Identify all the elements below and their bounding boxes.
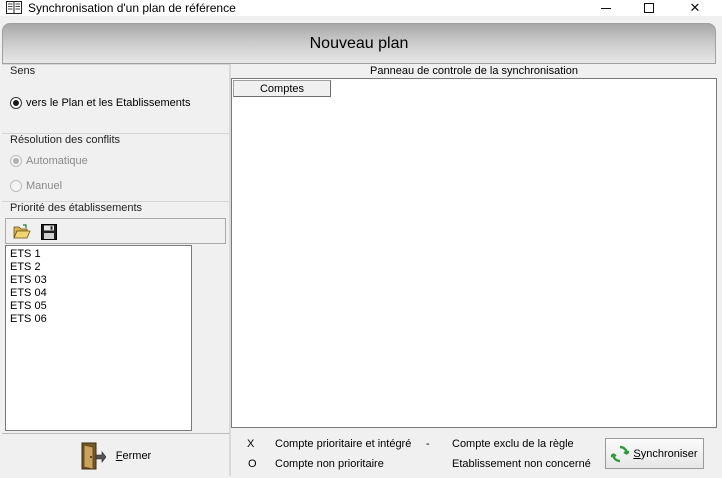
priorite-group: Priorité des établissements bbox=[2, 201, 229, 217]
close-icon: ✕ bbox=[689, 0, 701, 15]
legend: X Compte prioritaire et intégré - Compte… bbox=[231, 430, 717, 476]
sens-group-title: Sens bbox=[10, 65, 40, 77]
list-item[interactable]: ETS 03 bbox=[10, 274, 187, 287]
synchronisation-grid[interactable]: Comptes bbox=[231, 78, 717, 428]
maximize-icon bbox=[644, 3, 654, 13]
right-panel: Panneau de controle de la synchronisatio… bbox=[231, 64, 717, 476]
open-folder-icon bbox=[13, 223, 31, 238]
header-banner: Nouveau plan bbox=[2, 23, 716, 64]
minimize-icon bbox=[601, 7, 611, 9]
etablissements-list[interactable]: ETS 1 ETS 2 ETS 03 ETS 04 ETS 05 ETS 06 bbox=[5, 245, 192, 431]
floppy-disk-icon bbox=[41, 223, 57, 240]
list-item[interactable]: ETS 06 bbox=[10, 313, 187, 326]
legend-o-symbol: O bbox=[248, 458, 257, 470]
maximize-button[interactable] bbox=[626, 0, 672, 16]
title-bar: Synchronisation d'un plan de référence ✕ bbox=[0, 0, 722, 16]
automatique-label: Automatique bbox=[26, 155, 88, 167]
sens-group: Sens vers le Plan et les Etablissements bbox=[2, 64, 229, 130]
list-item[interactable]: ETS 04 bbox=[10, 287, 187, 300]
fermer-button[interactable]: Fermer bbox=[4, 437, 227, 475]
manuel-label: Manuel bbox=[26, 180, 63, 192]
automatique-radio[interactable] bbox=[10, 155, 22, 167]
legend-x-symbol: X bbox=[247, 438, 255, 450]
sens-radio-row[interactable]: vers le Plan et les Etablissements bbox=[10, 97, 190, 109]
legend-dash-text: Compte exclu de la règle bbox=[452, 438, 574, 450]
synchroniser-label: Synchroniser bbox=[633, 447, 698, 460]
priorite-toolbar bbox=[5, 218, 226, 244]
save-button[interactable] bbox=[39, 222, 59, 241]
conflits-group-title: Résolution des conflits bbox=[10, 134, 125, 146]
list-item[interactable]: ETS 1 bbox=[10, 248, 187, 261]
panel-caption: Panneau de controle de la synchronisatio… bbox=[370, 65, 578, 77]
legend-dash-symbol: - bbox=[426, 438, 430, 450]
synchroniser-button[interactable]: Synchroniser bbox=[605, 438, 704, 469]
page-title: Nouveau plan bbox=[309, 34, 409, 52]
window-right-edge bbox=[717, 16, 722, 478]
left-panel: Sens vers le Plan et les Etablissements … bbox=[2, 64, 229, 476]
book-icon bbox=[6, 1, 22, 14]
priorite-group-title: Priorité des établissements bbox=[10, 202, 147, 214]
column-header-comptes[interactable]: Comptes bbox=[233, 80, 331, 97]
legend-o-text: Compte non prioritaire bbox=[275, 458, 384, 470]
sens-option-label: vers le Plan et les Etablissements bbox=[26, 97, 191, 109]
sync-icon bbox=[611, 445, 630, 462]
legend-x-text: Compte prioritaire et intégré bbox=[275, 438, 412, 450]
exit-door-icon bbox=[81, 442, 106, 470]
manuel-radio-row[interactable]: Manuel bbox=[10, 180, 62, 192]
close-button[interactable]: ✕ bbox=[672, 0, 718, 16]
list-item[interactable]: ETS 05 bbox=[10, 300, 187, 313]
manuel-radio[interactable] bbox=[10, 180, 22, 192]
sens-radio[interactable] bbox=[10, 97, 22, 109]
open-folder-button[interactable] bbox=[12, 222, 32, 241]
automatique-radio-row[interactable]: Automatique bbox=[10, 155, 88, 167]
fermer-label: Fermer bbox=[115, 450, 152, 462]
window-title: Synchronisation d'un plan de référence bbox=[28, 1, 236, 15]
minimize-button[interactable] bbox=[583, 0, 629, 16]
conflits-group: Résolution des conflits Automatique Manu… bbox=[2, 133, 229, 199]
list-item[interactable]: ETS 2 bbox=[10, 261, 187, 274]
fermer-area: Fermer bbox=[2, 433, 229, 476]
legend-etab-text: Etablissement non concerné bbox=[452, 458, 591, 470]
